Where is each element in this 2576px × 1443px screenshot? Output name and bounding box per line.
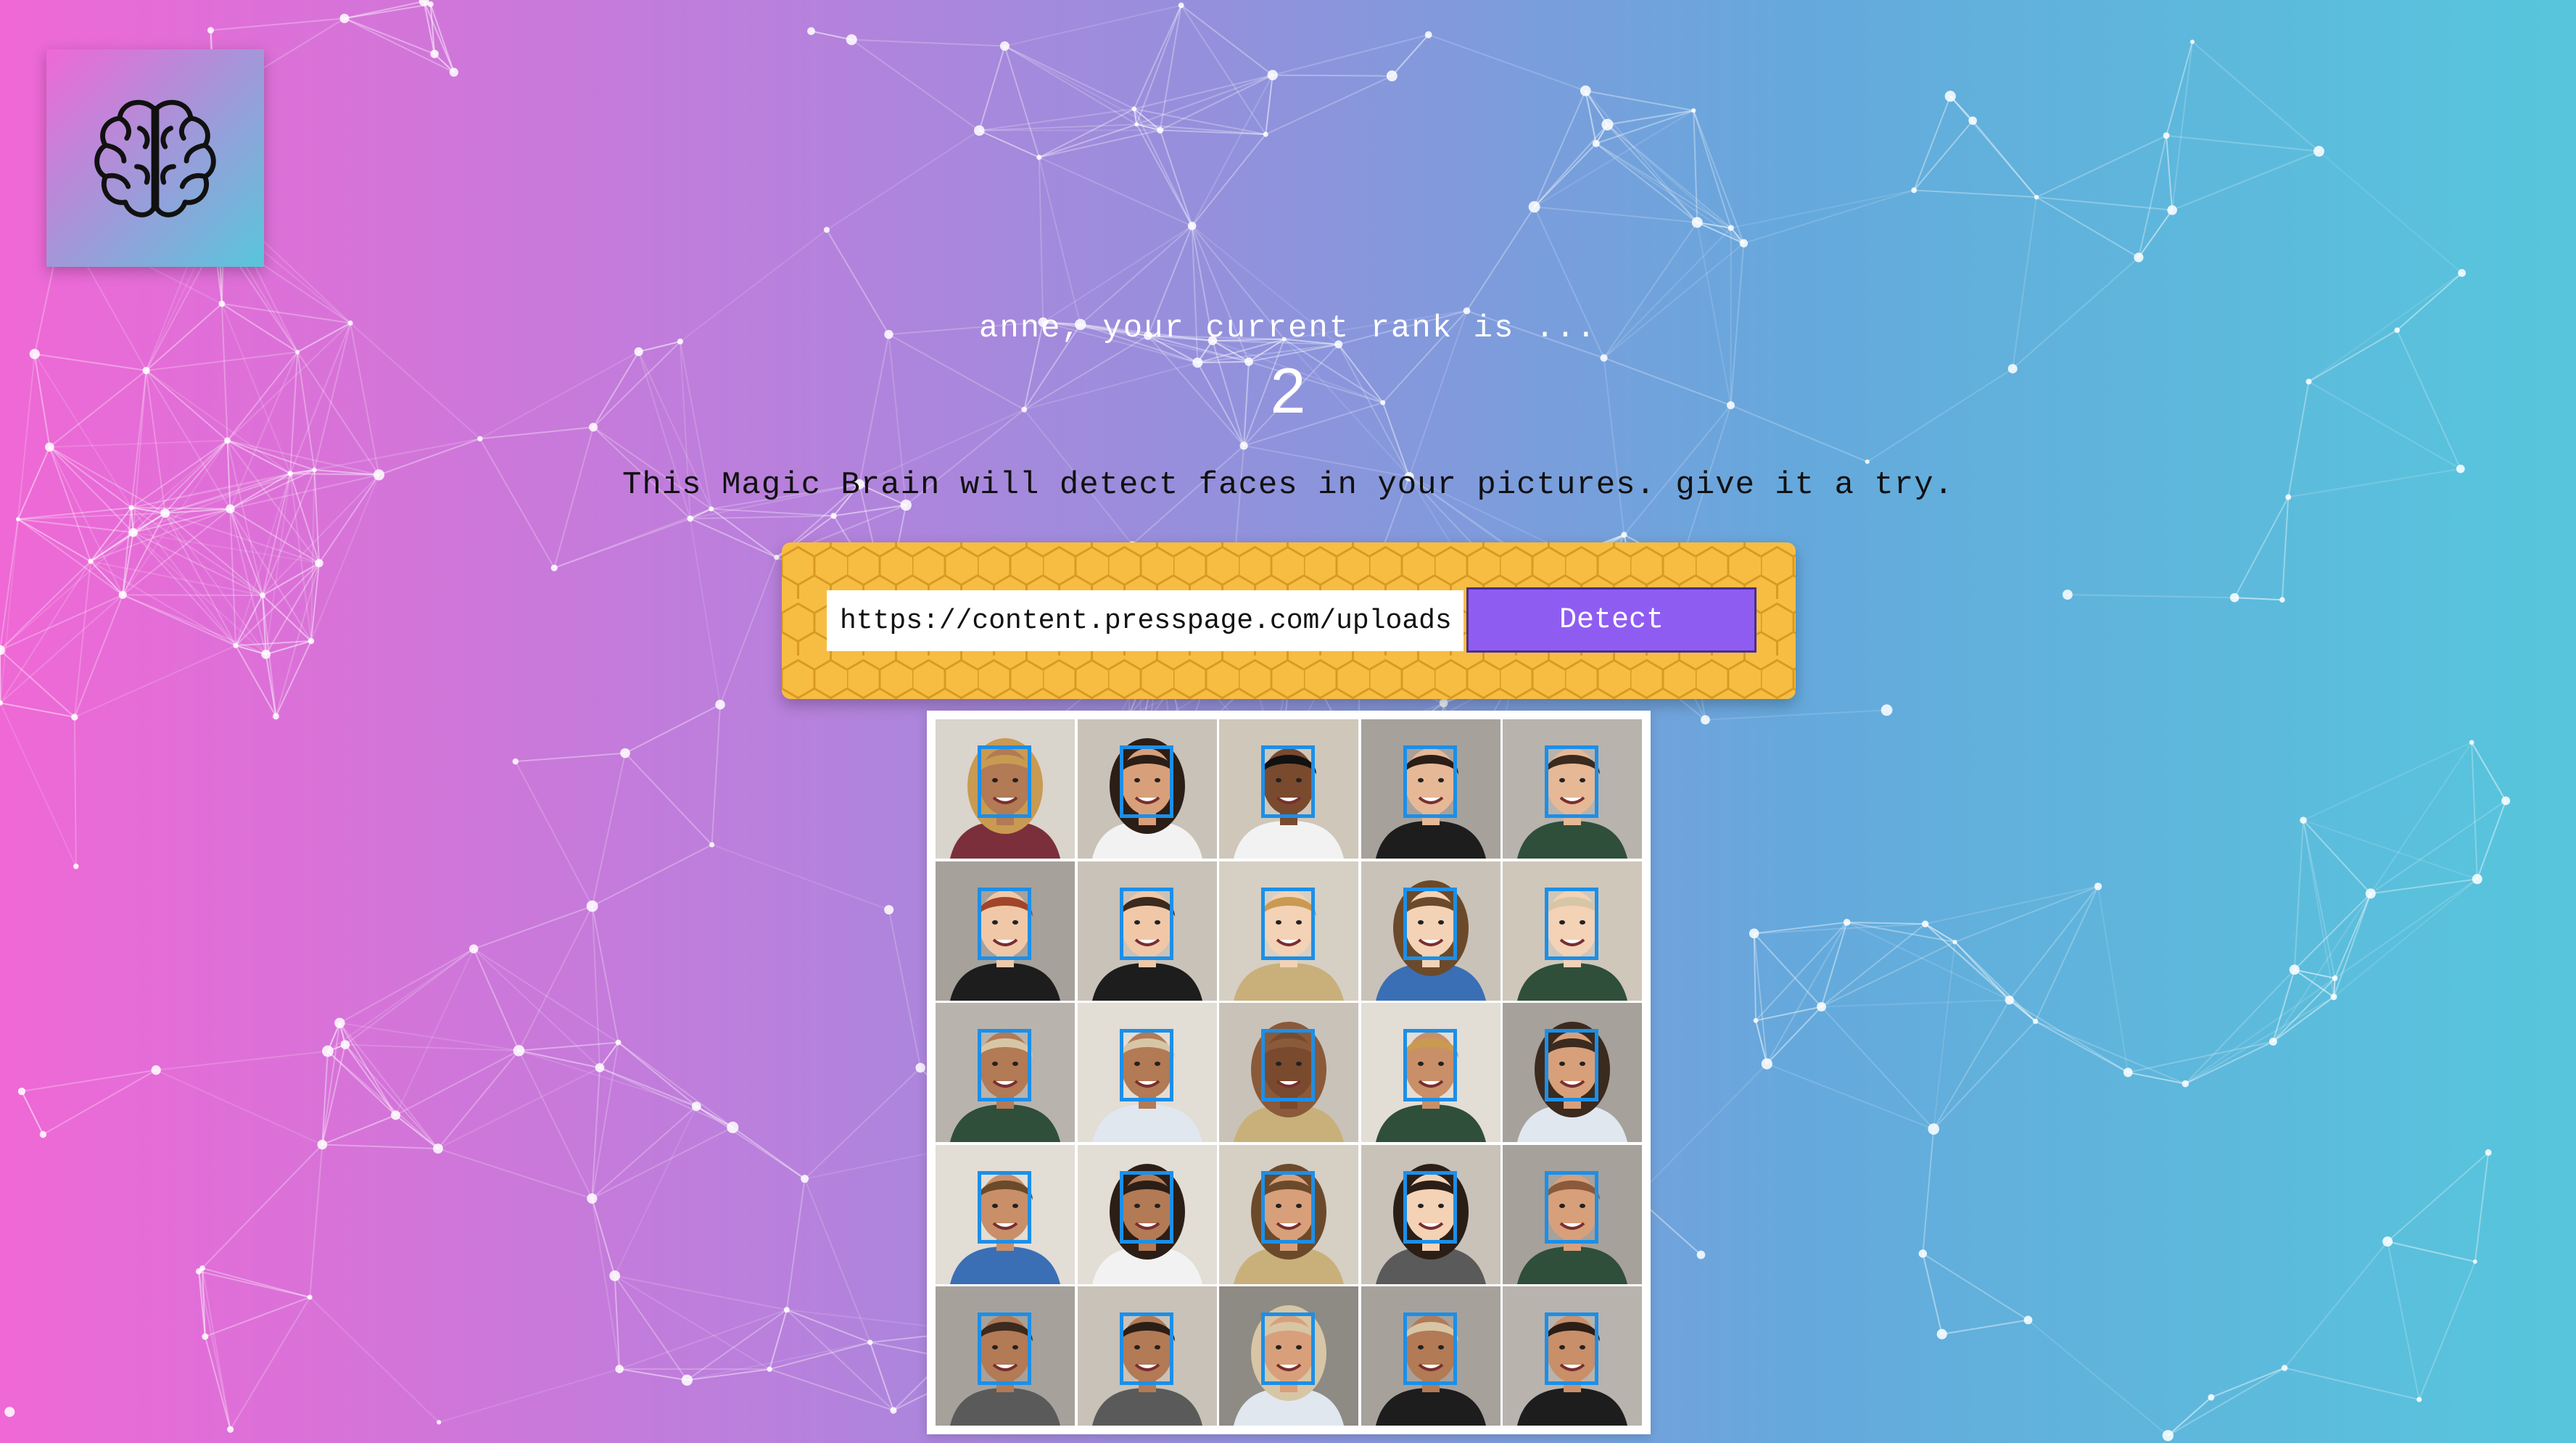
face-detection-box <box>978 1170 1031 1244</box>
face-detection-box <box>1119 1029 1173 1101</box>
face-detection-box <box>1403 745 1457 818</box>
face-photo-1 <box>936 719 1075 859</box>
face-detection-box <box>978 1312 1031 1385</box>
face-photo-16 <box>936 1144 1075 1284</box>
face-photo-14 <box>1361 1003 1500 1142</box>
face-photo-4 <box>1361 719 1500 859</box>
face-grid-photo <box>936 719 1642 1426</box>
face-detection-box <box>1119 887 1173 960</box>
face-photo-17 <box>1077 1144 1217 1284</box>
face-detection-box <box>978 1029 1031 1101</box>
face-detection-box <box>1403 1170 1457 1244</box>
face-detection-box <box>1545 1029 1598 1101</box>
face-detection-box <box>1261 1029 1315 1101</box>
face-detection-box <box>1403 887 1457 960</box>
face-photo-19 <box>1361 1144 1500 1284</box>
logo[interactable] <box>46 49 264 267</box>
face-detection-box <box>1545 745 1598 818</box>
face-photo-11 <box>936 1003 1075 1142</box>
face-detection-box <box>1261 1312 1315 1385</box>
face-detection-box <box>1119 1312 1173 1385</box>
face-photo-5 <box>1503 719 1642 859</box>
face-detection-box <box>1119 1170 1173 1244</box>
face-photo-13 <box>1219 1003 1358 1142</box>
rank-message: anne, your current rank is ... <box>978 310 1598 347</box>
result-image <box>927 711 1651 1434</box>
image-url-form: Detect <box>782 542 1796 699</box>
face-photo-23 <box>1219 1286 1358 1426</box>
face-photo-10 <box>1503 861 1642 1001</box>
image-url-input[interactable] <box>827 590 1464 651</box>
face-detection-box <box>1545 1312 1598 1385</box>
face-detection-box <box>1261 887 1315 960</box>
face-detection-box <box>978 745 1031 818</box>
face-photo-3 <box>1219 719 1358 859</box>
intro-text: This Magic Brain will detect faces in yo… <box>622 467 1954 503</box>
face-photo-6 <box>936 861 1075 1001</box>
detect-button[interactable]: Detect <box>1466 587 1756 653</box>
face-photo-18 <box>1219 1144 1358 1284</box>
face-detection-box <box>1403 1029 1457 1101</box>
face-photo-9 <box>1361 861 1500 1001</box>
face-photo-7 <box>1077 861 1217 1001</box>
face-detection-box <box>978 887 1031 960</box>
face-detection-box <box>1403 1312 1457 1385</box>
face-detection-box <box>1261 745 1315 818</box>
face-photo-12 <box>1077 1003 1217 1142</box>
face-detection-box <box>1545 1170 1598 1244</box>
rank-value: 2 <box>1270 355 1306 426</box>
face-photo-8 <box>1219 861 1358 1001</box>
face-photo-20 <box>1503 1144 1642 1284</box>
face-detection-box <box>1119 745 1173 818</box>
face-photo-2 <box>1077 719 1217 859</box>
face-photo-24 <box>1361 1286 1500 1426</box>
face-photo-15 <box>1503 1003 1642 1142</box>
face-detection-box <box>1261 1170 1315 1244</box>
face-photo-22 <box>1077 1286 1217 1426</box>
face-photo-25 <box>1503 1286 1642 1426</box>
brain-icon <box>94 99 216 218</box>
face-photo-21 <box>936 1286 1075 1426</box>
face-detection-box <box>1545 887 1598 960</box>
